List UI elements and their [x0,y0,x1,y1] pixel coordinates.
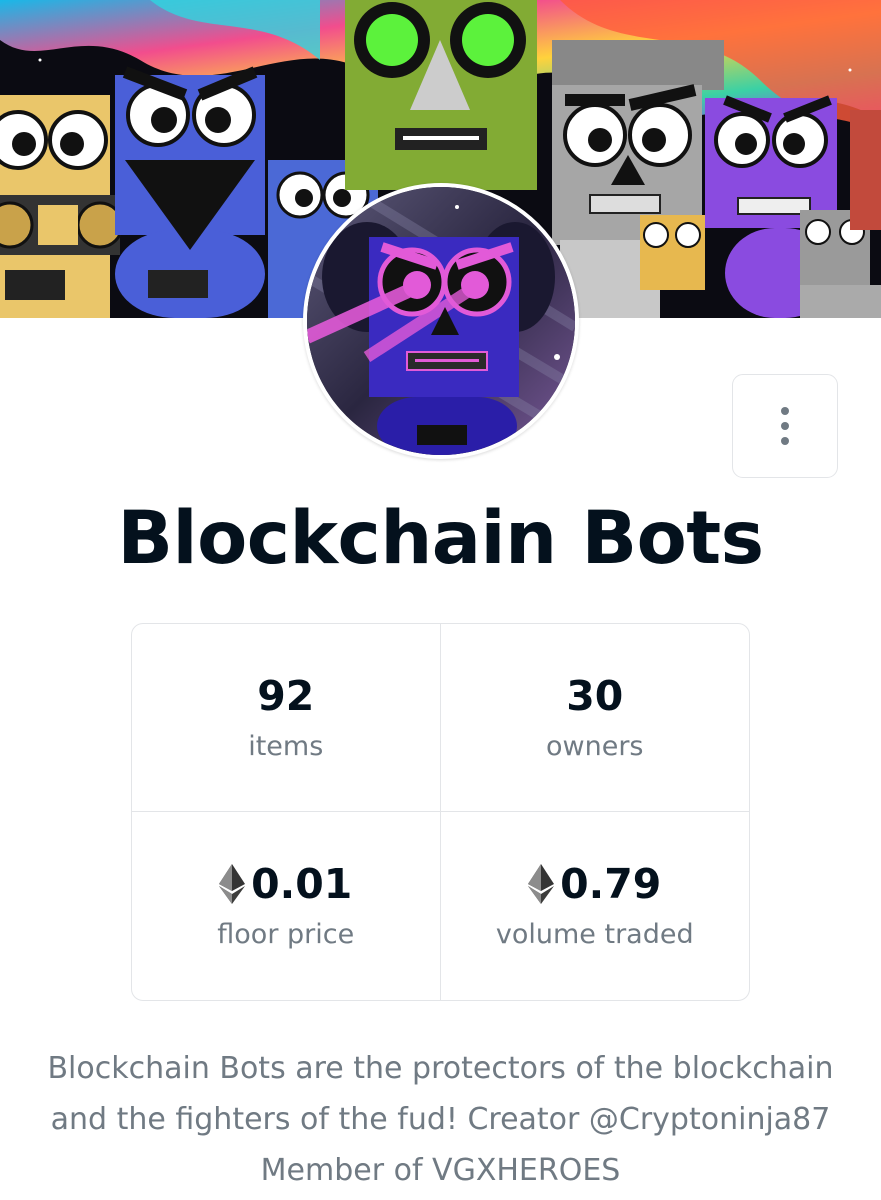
stat-volume-traded-row: 0.79 [528,860,661,908]
collection-title: Blockchain Bots [117,496,764,581]
stat-owners-value: 30 [566,671,624,720]
stat-volume-traded[interactable]: 0.79 volume traded [441,812,750,1000]
stat-items[interactable]: 92 items [132,624,441,812]
ethereum-icon [219,864,246,904]
collection-stats: 92 items 30 owners 0.01 floor price 0.79… [131,623,750,1001]
ethereum-icon [528,864,555,904]
more-options-button[interactable] [732,374,838,478]
stat-volume-traded-value: 0.79 [560,860,662,908]
stat-items-label: items [248,730,324,762]
stat-floor-price-value: 0.01 [251,860,353,908]
more-vertical-icon [781,407,789,445]
stat-floor-price-row: 0.01 [219,860,352,908]
avatar-image [307,187,575,455]
stat-items-value: 92 [257,671,315,720]
stat-floor-price[interactable]: 0.01 floor price [132,812,441,1000]
stat-owners[interactable]: 30 owners [440,624,749,812]
collection-description: Blockchain Bots are the protectors of th… [47,1051,834,1188]
collection-avatar [303,183,579,459]
stat-floor-price-label: floor price [217,919,355,950]
stat-owners-label: owners [546,730,644,762]
stat-volume-traded-label: volume traded [495,919,694,950]
